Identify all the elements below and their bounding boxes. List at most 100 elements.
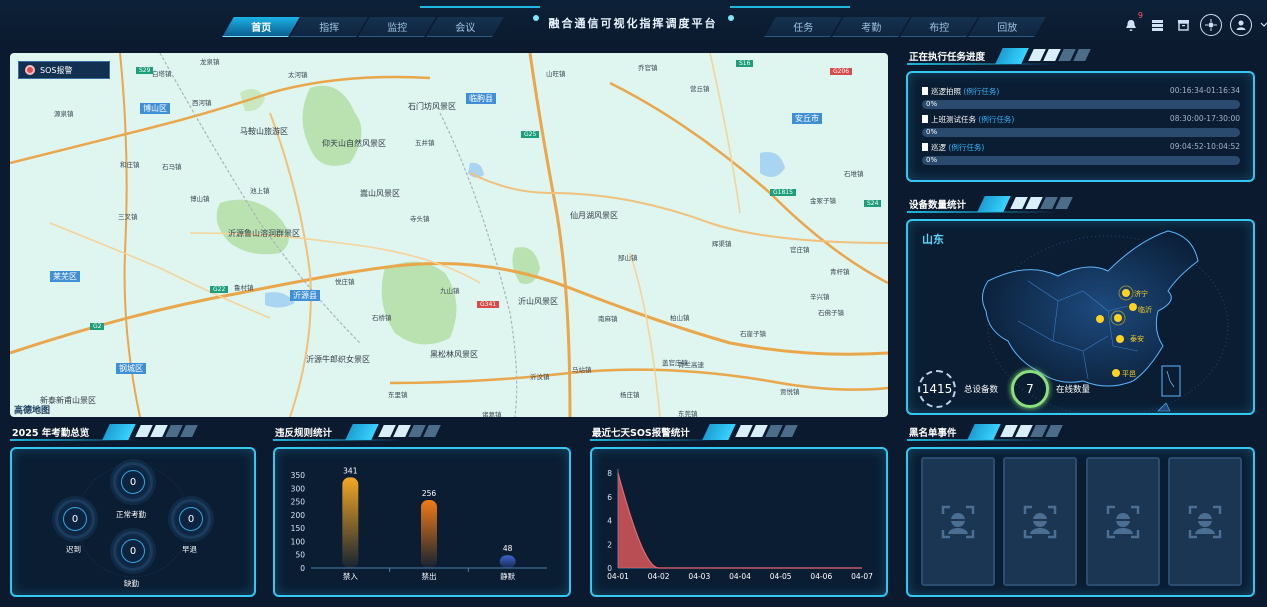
- map-label-gangcheng: 钢城区: [116, 363, 146, 374]
- map-label-town: 石桥镇: [372, 314, 392, 322]
- y-tick-label: 6: [607, 493, 612, 502]
- attendance-absent-label: 缺勤: [124, 579, 139, 588]
- task-progress-title: 正在执行任务进度: [907, 48, 1252, 65]
- y-tick-label: 300: [291, 484, 306, 493]
- header-deco-line-right: [730, 6, 850, 8]
- map-view[interactable]: 博山区 临朐县 安丘市 莱芜区 沂源县 钢城区 龙泉镇 太河镇 山旺镇 乔官镇 …: [10, 53, 888, 417]
- nav-home[interactable]: 首页: [222, 17, 300, 37]
- y-tick-label: 200: [291, 511, 306, 520]
- nav-surveillance[interactable]: 布控: [900, 17, 978, 37]
- title-dot-right: [728, 15, 734, 21]
- map-label-town: 石马镇: [162, 163, 182, 171]
- blacklist-title: 黑名单事件: [907, 424, 1252, 441]
- nav-meeting[interactable]: 会议: [426, 17, 504, 37]
- locate-icon[interactable]: [1200, 14, 1222, 36]
- y-tick-label: 100: [291, 537, 306, 546]
- road-shield: G25: [521, 131, 540, 138]
- y-tick-label: 150: [291, 524, 306, 533]
- clipboard-icon: [922, 143, 928, 151]
- user-avatar-icon[interactable]: [1230, 14, 1252, 36]
- x-tick-label: 04-02: [648, 572, 670, 581]
- task-item[interactable]: 上班测试任务 (例行任务) 08:30:00-17:30:00 0%: [922, 114, 1240, 137]
- clipboard-icon: [922, 87, 928, 95]
- x-tick-label: 04-07: [851, 572, 873, 581]
- blacklist-card[interactable]: [1003, 457, 1077, 586]
- nav-command[interactable]: 指挥: [290, 17, 368, 37]
- map-label-town: 博山镇: [190, 195, 210, 203]
- violations-bar-chart: 0 50 100 150 200 250 300 350 341 禁入 256 禁出 48 静默: [291, 466, 547, 581]
- map-label-scenic: 黑松林风景区: [430, 350, 478, 359]
- map-label-town: 辛兴镇: [810, 293, 830, 301]
- map-label-town: 柏山镇: [670, 314, 690, 322]
- progress-bar: 0%: [922, 128, 1240, 137]
- x-tick-label: 04-04: [729, 572, 751, 581]
- nav-right: 任务 考勤 布控 回放: [764, 17, 1046, 37]
- sos-line: [617, 472, 862, 569]
- nav-task[interactable]: 任务: [764, 17, 842, 37]
- road-shield: S16: [736, 60, 754, 67]
- device-stats-title: 设备数量统计: [907, 196, 1252, 213]
- map-label-boshan: 博山区: [140, 103, 170, 114]
- attendance-absent-circle[interactable]: 0: [113, 531, 153, 571]
- bar-0: [342, 477, 359, 568]
- chevron-down-icon[interactable]: [1260, 16, 1267, 34]
- x-tick-label: 04-01: [607, 572, 629, 581]
- task-progress-panel: 巡逻拍照 (例行任务) 00:16:34-01:16:34 0% 上班测试任务 (…: [906, 71, 1255, 182]
- map-label-town: 杨庄镇: [620, 391, 640, 399]
- bar-value-label: 256: [422, 489, 437, 498]
- road-shield: G22: [210, 286, 229, 293]
- map-label-town: 营丘镇: [690, 85, 710, 93]
- device-region-label: 山东: [922, 233, 944, 246]
- attendance-late-circle[interactable]: 0: [55, 499, 95, 539]
- sos-alarm-button[interactable]: SOS报警: [18, 61, 110, 79]
- task-item[interactable]: 巡逻 (例行任务) 09:04:52-10:04:52 0%: [922, 142, 1240, 165]
- map-label-anqiu: 安丘市: [792, 113, 822, 124]
- bar-1: [421, 499, 437, 568]
- face-scan-icon: [1023, 505, 1057, 538]
- nav-monitor[interactable]: 监控: [358, 17, 436, 37]
- bell-icon[interactable]: 9: [1122, 11, 1143, 34]
- total-devices-ring: 1415: [918, 370, 956, 408]
- map-label-scenic: 石门坊风景区: [408, 102, 456, 111]
- map-label-town: 马站镇: [572, 366, 592, 374]
- blacklist-card[interactable]: [1086, 457, 1160, 586]
- task-item[interactable]: 巡逻拍照 (例行任务) 00:16:34-01:16:34 0%: [922, 86, 1240, 109]
- archive-icon[interactable]: [1174, 16, 1192, 34]
- sos-icon: [25, 65, 35, 75]
- online-devices-label: 在线数量: [1056, 385, 1091, 395]
- nav-attendance[interactable]: 考勤: [832, 17, 910, 37]
- road-shield: S24: [864, 200, 882, 207]
- amap-logo: 高德地图: [14, 406, 51, 416]
- nav-left: 首页 指挥 监控 会议: [222, 17, 504, 37]
- map-label-scenic: 马鞍山旅游区: [240, 127, 288, 136]
- map-label-town: 石崖子镇: [740, 330, 766, 338]
- map-label-town: 贾悦镇: [780, 388, 800, 396]
- blacklist-card[interactable]: [921, 457, 995, 586]
- attendance-normal-circle[interactable]: 0: [113, 462, 153, 502]
- map-label-scenic: 嵩山风景区: [360, 189, 400, 198]
- y-tick-label: 0: [300, 564, 305, 573]
- map-label-town: 沂汶镇: [530, 373, 550, 381]
- progress-bar: 0%: [922, 156, 1240, 165]
- map-label-town: 西河镇: [192, 99, 212, 107]
- map-label-scenic: 沂源牛郎织女景区: [306, 355, 370, 364]
- x-tick-label: 04-05: [770, 572, 792, 581]
- sos-area-chart: 0246804-01 04-02 04-03 04-04 04-05 04-06 04-07: [607, 469, 873, 581]
- y-tick-label: 2: [607, 540, 612, 549]
- x-tick-label: 04-03: [688, 572, 710, 581]
- nav-playback[interactable]: 回放: [968, 17, 1046, 37]
- blacklist-card[interactable]: [1168, 457, 1242, 586]
- server-icon[interactable]: [1148, 16, 1166, 34]
- road-shield: G206: [830, 68, 853, 75]
- attendance-early-label: 早退: [182, 545, 197, 554]
- face-scan-icon: [941, 505, 975, 538]
- face-scan-icon: [1188, 505, 1222, 538]
- map-label-town: 池上镇: [250, 187, 270, 195]
- face-scan-icon: [1106, 505, 1140, 538]
- map-label-town: 东莞镇: [678, 410, 698, 417]
- map-label-laiwu: 莱芜区: [50, 271, 80, 282]
- attendance-early-circle[interactable]: 0: [171, 499, 211, 539]
- map-label-highway: 青兰高速: [678, 361, 704, 369]
- x-category-label: 静默: [500, 571, 515, 581]
- map-label-town: 源泉镇: [54, 110, 74, 118]
